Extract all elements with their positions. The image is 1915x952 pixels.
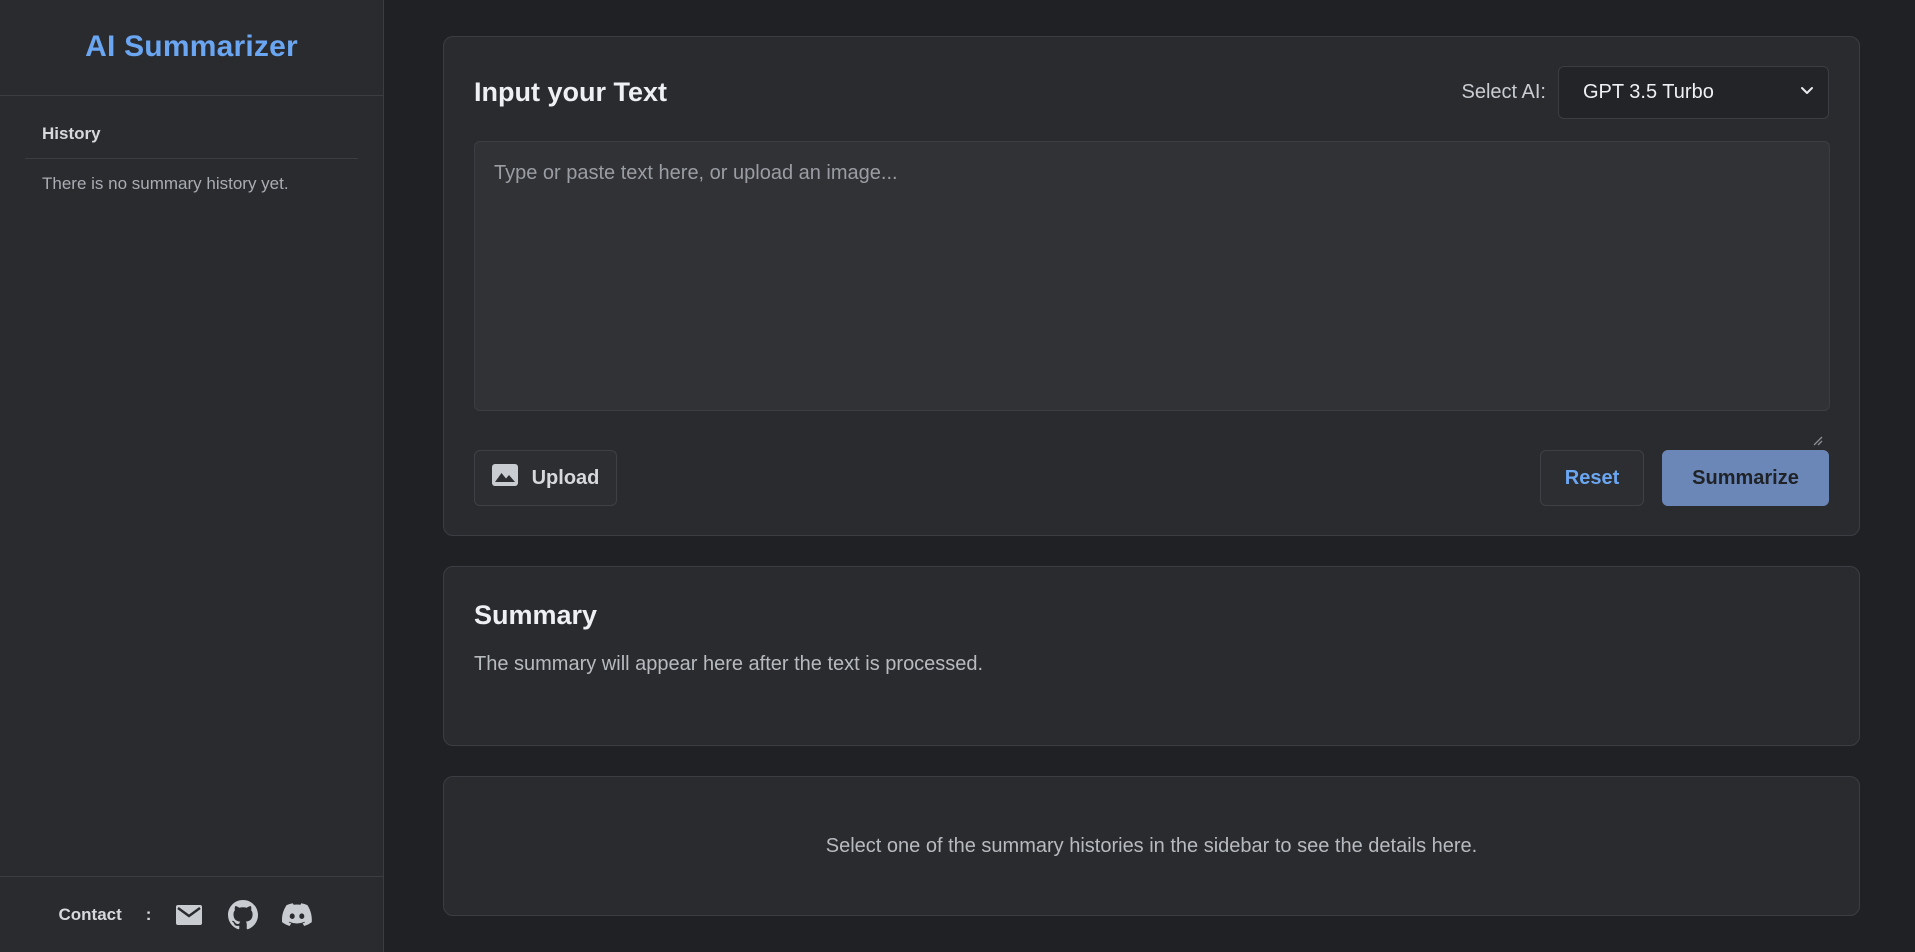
contact-bar: Contact : — [0, 876, 383, 952]
history-detail-placeholder: Select one of the summary histories in t… — [825, 834, 1478, 857]
ai-select-label: Select AI: — [1461, 80, 1547, 103]
summarize-button[interactable]: Summarize — [1662, 450, 1829, 506]
sidebar: AI Summarizer History There is no summar… — [0, 0, 384, 952]
input-actions: Upload Reset Summarize — [474, 450, 1829, 506]
summary-card: Summary The summary will appear here aft… — [443, 566, 1860, 746]
chevron-down-icon — [1800, 83, 1814, 101]
text-input[interactable] — [474, 141, 1830, 411]
history-detail-card: Select one of the summary histories in t… — [443, 776, 1860, 916]
github-icon[interactable] — [227, 899, 259, 931]
contact-colon: : — [145, 904, 152, 924]
app: AI Summarizer History There is no summar… — [0, 0, 1915, 952]
summary-placeholder: The summary will appear here after the t… — [474, 653, 984, 675]
input-card: Input your Text Select AI: GPT 3.5 Turbo — [443, 36, 1860, 536]
history-section: History There is no summary history yet. — [0, 96, 383, 876]
upload-button[interactable]: Upload — [474, 450, 617, 506]
history-header: History — [25, 124, 358, 159]
contact-label: Contact — [58, 904, 122, 924]
upload-label: Upload — [531, 466, 600, 489]
input-header: Input your Text Select AI: GPT 3.5 Turbo — [474, 65, 1829, 119]
reset-button[interactable]: Reset — [1540, 450, 1644, 506]
mail-icon[interactable] — [173, 899, 205, 931]
ai-select-group: Select AI: GPT 3.5 Turbo — [1461, 65, 1829, 119]
app-title[interactable]: AI Summarizer — [85, 30, 298, 64]
main-content: Input your Text Select AI: GPT 3.5 Turbo — [384, 0, 1915, 952]
ai-model-select-value: GPT 3.5 Turbo — [1583, 80, 1714, 103]
image-icon — [491, 464, 518, 492]
input-title: Input your Text — [474, 76, 667, 107]
brand-header: AI Summarizer — [0, 0, 383, 96]
primary-actions: Reset Summarize — [1540, 450, 1829, 506]
summary-title: Summary — [474, 600, 598, 630]
ai-model-select[interactable]: GPT 3.5 Turbo — [1558, 65, 1829, 119]
history-empty-message: There is no summary history yet. — [42, 174, 289, 193]
resize-handle-icon[interactable] — [1811, 433, 1823, 446]
discord-icon[interactable] — [281, 899, 313, 931]
